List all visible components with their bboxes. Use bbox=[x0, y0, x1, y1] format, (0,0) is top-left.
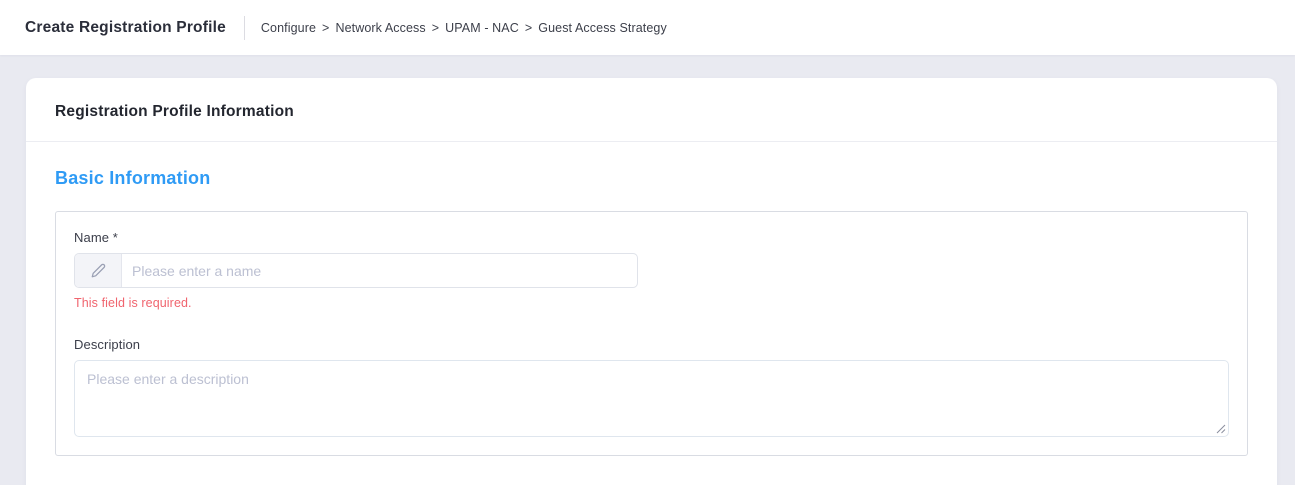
page-body: Registration Profile Information Basic I… bbox=[0, 55, 1295, 485]
name-input[interactable] bbox=[122, 254, 637, 287]
breadcrumb-item-configure[interactable]: Configure bbox=[261, 21, 316, 35]
card-header: Registration Profile Information bbox=[26, 78, 1277, 142]
description-field-group: Description bbox=[74, 337, 1229, 437]
name-validation-error: This field is required. bbox=[74, 296, 1229, 310]
name-input-group bbox=[74, 253, 638, 288]
page-title: Create Registration Profile bbox=[25, 19, 226, 37]
description-textarea-wrap bbox=[74, 360, 1229, 437]
name-label: Name * bbox=[74, 230, 1229, 245]
breadcrumb-item-guest-access-strategy[interactable]: Guest Access Strategy bbox=[538, 21, 667, 35]
description-label: Description bbox=[74, 337, 1229, 352]
description-textarea[interactable] bbox=[74, 360, 1229, 437]
pencil-icon bbox=[75, 254, 122, 287]
card-body: Basic Information Name * This field is r… bbox=[26, 142, 1277, 456]
basic-information-form-box: Name * This field is required. Descripti… bbox=[55, 211, 1248, 456]
header-divider bbox=[244, 16, 245, 40]
breadcrumb-separator: > bbox=[322, 21, 329, 35]
card-title: Registration Profile Information bbox=[55, 103, 294, 120]
breadcrumb-separator: > bbox=[432, 21, 439, 35]
breadcrumb: Configure > Network Access > UPAM - NAC … bbox=[261, 21, 667, 35]
section-title-basic-information: Basic Information bbox=[55, 168, 1248, 189]
name-field-group: Name * This field is required. bbox=[74, 230, 1229, 310]
registration-profile-card: Registration Profile Information Basic I… bbox=[26, 78, 1277, 485]
page-header: Create Registration Profile Configure > … bbox=[0, 0, 1295, 55]
breadcrumb-separator: > bbox=[525, 21, 532, 35]
breadcrumb-item-network-access[interactable]: Network Access bbox=[335, 21, 425, 35]
breadcrumb-item-upam-nac[interactable]: UPAM - NAC bbox=[445, 21, 519, 35]
